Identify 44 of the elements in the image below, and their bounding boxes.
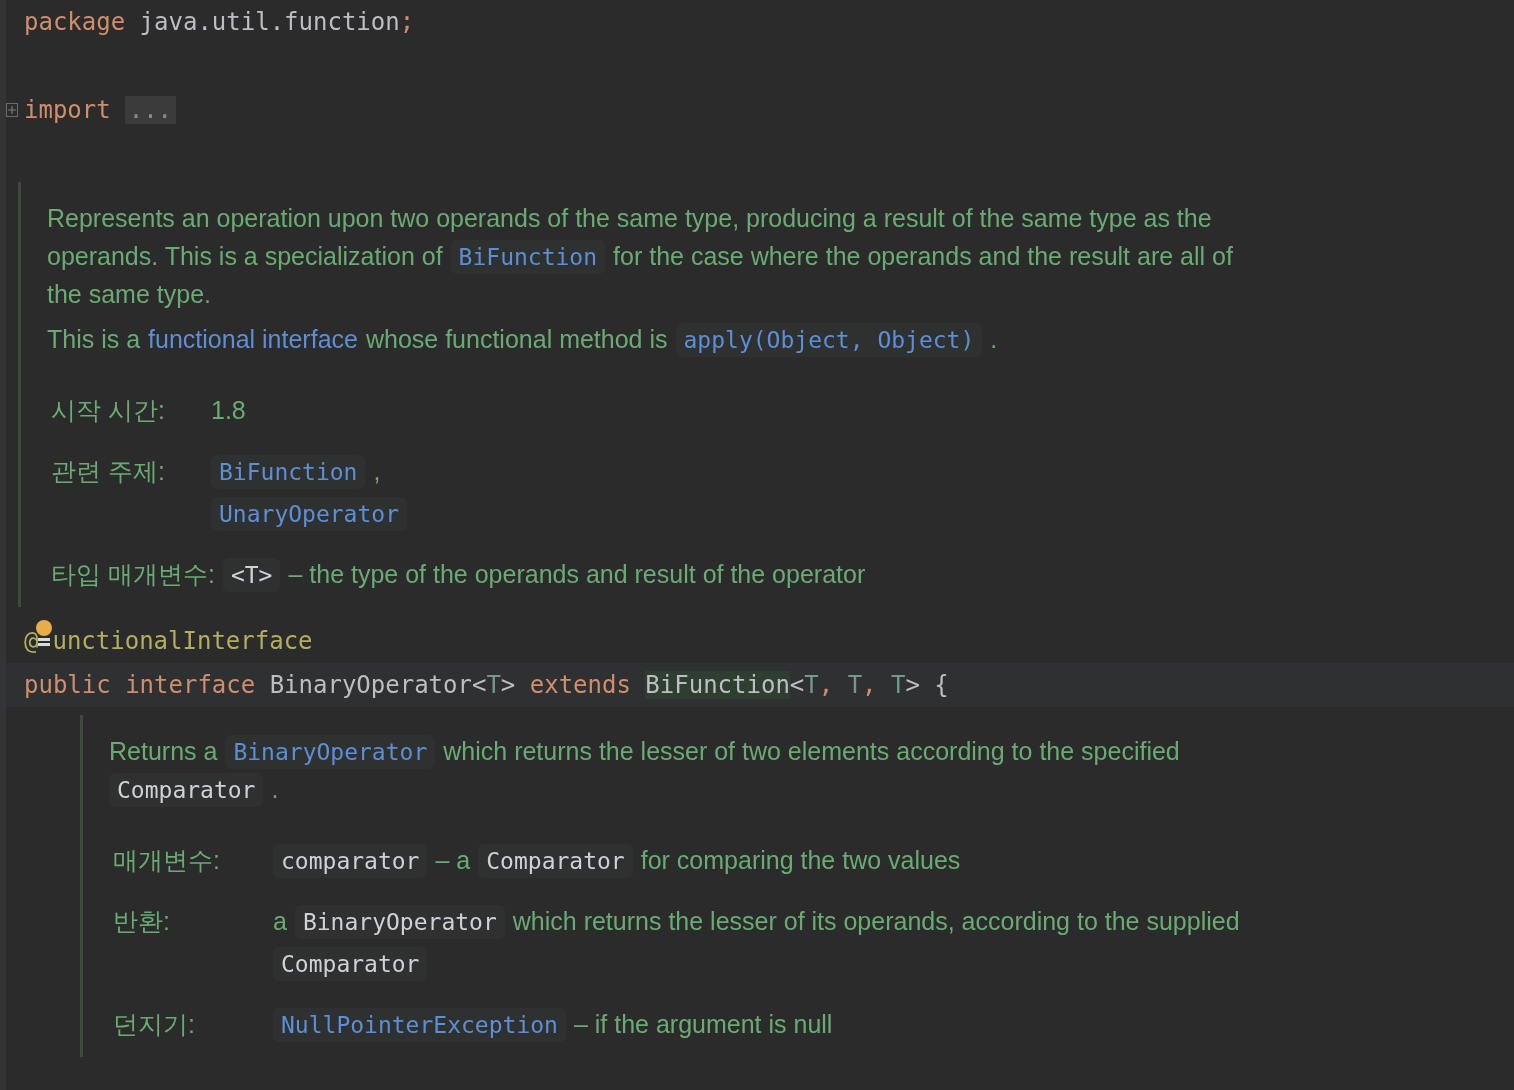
doc-link[interactable]: functional interface xyxy=(148,320,358,359)
tag-label: 매개변수: xyxy=(112,845,221,876)
doc-text: – the type of the operands and result of the operator xyxy=(288,558,866,590)
tag-label: 타입 매개변수: xyxy=(50,559,216,590)
code-link[interactable]: UnaryOperator xyxy=(211,496,407,531)
code-link[interactable]: BiFunction xyxy=(211,454,366,489)
tag-label: 던지기: xyxy=(112,1009,196,1040)
code-link[interactable]: BiFunction xyxy=(450,239,606,274)
code-link[interactable]: BinaryOperator xyxy=(225,734,436,769)
code-line: package java.util.function; xyxy=(24,7,415,38)
tag-label: 관련 주제: xyxy=(50,456,166,487)
tag-label: 시작 시간: xyxy=(50,395,166,426)
inline-code: Comparator xyxy=(109,772,264,807)
tag-label: 반환: xyxy=(112,906,171,937)
doc-text: operands. This is a specialization of xyxy=(47,240,443,272)
doc-text: Represents an operation upon two operands of the same type, producing a result of the same type as the xyxy=(47,202,1212,234)
inline-code: Comparator xyxy=(478,843,633,878)
doc-text: for the case where the operands and the result are all of xyxy=(613,240,1233,272)
doc-text: , xyxy=(373,455,381,487)
doc-text: which returns the lesser of its operands, according to the supplied xyxy=(512,905,1240,937)
doc-text: whose functional method is xyxy=(365,323,668,355)
doc-text: . xyxy=(990,323,998,355)
doc-text: This is a xyxy=(47,323,141,355)
doc-text: for comparing the two values xyxy=(640,844,961,876)
lightbulb-icon[interactable] xyxy=(36,619,53,649)
doc-text: a xyxy=(273,905,287,937)
code-link[interactable]: NullPointerException xyxy=(273,1007,566,1042)
inline-code: <T> xyxy=(222,557,281,592)
code-line: unctionalInterface xyxy=(52,626,313,657)
code-link[interactable]: apply(Object, Object) xyxy=(675,322,983,357)
doc-text: 1.8 xyxy=(211,394,246,426)
doc-text: – if the argument is null xyxy=(573,1008,833,1040)
code-line: public interface BinaryOperator<T> extends BiFunction<T, T, T> { xyxy=(24,670,949,701)
code-line: @ xyxy=(24,626,39,657)
doc-text: which returns the lesser of two elements according to the specified xyxy=(443,735,1180,767)
inline-code: comparator xyxy=(273,843,428,878)
doc-text: . xyxy=(271,773,279,805)
code-line: import ... xyxy=(24,92,177,128)
doc-text: – a xyxy=(435,844,471,876)
fold-toggle-icon[interactable] xyxy=(6,103,18,117)
inline-code: Comparator xyxy=(273,946,428,981)
doc-text: the same type. xyxy=(47,278,211,310)
doc-text: Returns a xyxy=(109,735,218,767)
inline-code: BinaryOperator xyxy=(294,904,505,939)
